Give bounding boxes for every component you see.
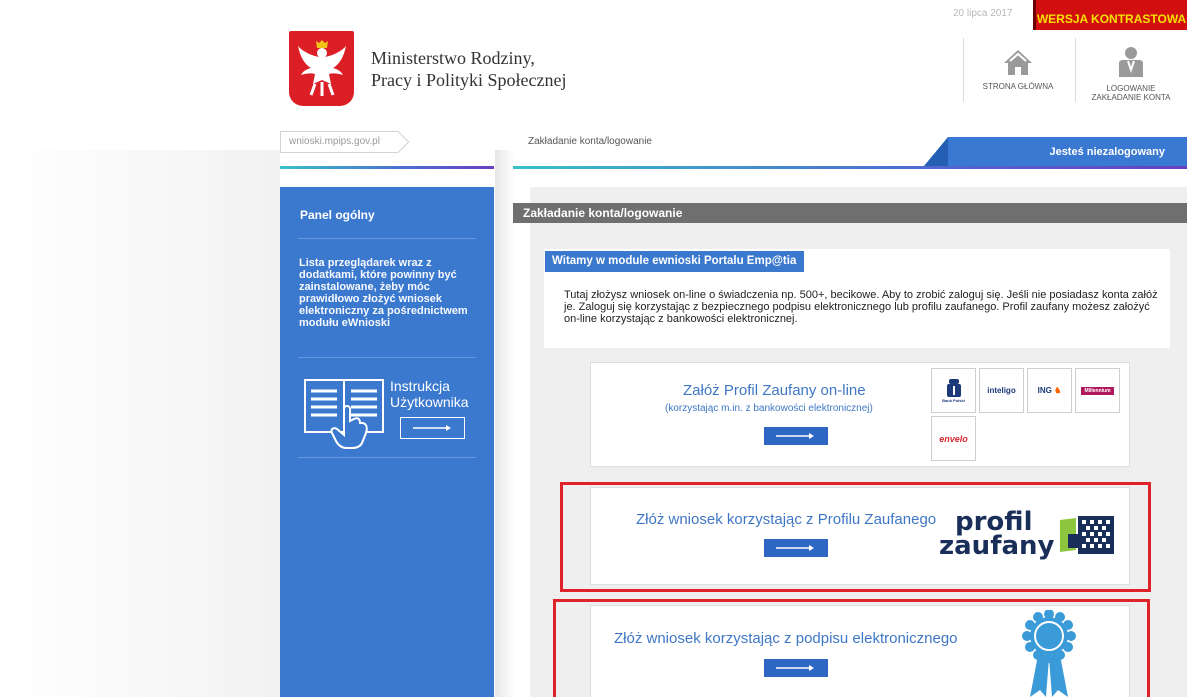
home-link[interactable]: STRONA GŁÓWNA — [968, 48, 1068, 91]
sidebar: Panel ogólny Lista przeglądarek wraz z d… — [280, 187, 494, 697]
login-label-line1: LOGOWANIE — [1106, 84, 1156, 93]
bank-ing-name: ING — [1037, 386, 1052, 395]
browser-list-link[interactable]: Lista przeglądarek wraz z dodatkami, któ… — [299, 257, 484, 329]
gradient-divider — [513, 166, 1187, 169]
column-shadow — [495, 150, 515, 697]
sidebar-separator — [298, 238, 476, 239]
section-header: Zakładanie konta/logowanie — [513, 203, 1187, 223]
home-label: STRONA GŁÓWNA — [982, 82, 1054, 91]
arrow-right-icon — [776, 545, 814, 551]
user-manual-link[interactable]: Instrukcja Użytkownika — [390, 378, 469, 410]
bank-pko-button[interactable]: Bank Polski — [931, 368, 976, 413]
left-background — [0, 150, 280, 697]
nav-divider — [963, 38, 964, 102]
sidebar-title: Panel ogólny — [300, 208, 375, 222]
sidebar-separator — [298, 457, 476, 458]
gradient-divider — [280, 166, 494, 169]
coat-of-arms-logo[interactable] — [289, 31, 354, 106]
user-manual-book-icon[interactable] — [304, 379, 384, 449]
white-eagle-icon — [297, 39, 346, 96]
login-status-label: Jesteś niezalogowany — [1049, 146, 1165, 158]
user-manual-line2: Użytkownika — [390, 394, 469, 410]
bank-envelo-label: envelo — [939, 433, 968, 444]
contrast-version-button[interactable]: WERSJA KONTRASTOWA — [1033, 0, 1187, 30]
e-signature-application-title[interactable]: Złóż wniosek korzystając z podpisu elekt… — [614, 630, 958, 647]
user-manual-arrow-button[interactable] — [400, 417, 465, 439]
welcome-title: Witamy w module ewnioski Portalu Emp@tia — [545, 251, 805, 272]
bank-ing-label: ING ♞ — [1038, 386, 1062, 395]
current-date: 20 lipca 2017 — [953, 8, 1013, 19]
home-icon — [1004, 50, 1032, 75]
ministry-name-line2: Pracy i Polityki Społecznej — [371, 70, 567, 90]
ministry-name-line1: Ministerstwo Rodziny, — [371, 48, 535, 68]
bank-envelo-button[interactable]: envelo — [931, 416, 976, 461]
login-label-line2: ZAKŁADANIE KONTA — [1091, 93, 1171, 102]
bank-inteligo-label: inteligo — [987, 386, 1016, 395]
bank-inteligo-button[interactable]: inteligo — [979, 368, 1024, 413]
breadcrumb-current-page: Zakładanie konta/logowanie — [528, 136, 652, 147]
bank-millennium-button[interactable]: Millennium — [1075, 368, 1120, 413]
trusted-profile-application-title[interactable]: Złóż wniosek korzystając z Profilu Zaufa… — [636, 511, 936, 528]
arrow-right-icon — [776, 665, 814, 671]
login-link[interactable]: LOGOWANIE ZAKŁADANIE KONTA — [1075, 46, 1187, 102]
ing-lion-icon: ♞ — [1054, 386, 1062, 395]
login-status-tab: Jesteś niezalogowany — [924, 137, 1187, 166]
welcome-text: Tutaj złożysz wniosek on-line o świadcze… — [564, 289, 1158, 325]
user-icon — [1119, 47, 1143, 77]
profil-zaufany-logo-icon — [1060, 516, 1114, 554]
e-signature-application-button[interactable] — [764, 659, 828, 677]
award-rosette-icon — [1022, 610, 1076, 697]
arrow-right-icon — [776, 433, 814, 439]
create-trusted-profile-button[interactable] — [764, 427, 828, 445]
bank-ing-button[interactable]: ING ♞ — [1027, 368, 1072, 413]
user-manual-line1: Instrukcja — [390, 378, 450, 394]
ministry-name[interactable]: Ministerstwo Rodziny, Pracy i Polityki S… — [371, 47, 566, 91]
arrow-right-icon — [412, 425, 451, 431]
bank-millennium-label: Millennium — [1081, 386, 1114, 395]
breadcrumb-site[interactable]: wnioski.mpips.gov.pl — [280, 131, 398, 153]
bank-pko-label: Bank Polski — [942, 398, 965, 403]
profil-zaufany-logo-text: profil zaufany — [939, 509, 1055, 561]
sidebar-separator — [298, 357, 476, 358]
trusted-profile-application-button[interactable] — [764, 539, 828, 557]
create-trusted-profile-title[interactable]: Załóż Profil Zaufany on-line — [683, 382, 866, 399]
pko-logo-icon — [946, 379, 961, 397]
create-trusted-profile-subtitle: (korzystając m.in. z bankowości elektron… — [665, 403, 873, 414]
profil-zaufany-logo-line2: zaufany — [939, 531, 1055, 561]
